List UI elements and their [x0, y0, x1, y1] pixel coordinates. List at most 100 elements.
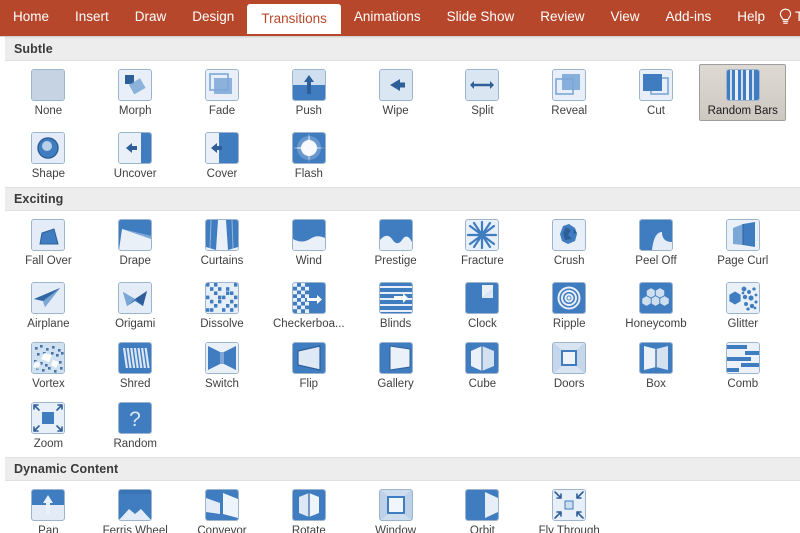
transition-item-dissolve[interactable]: Dissolve [179, 277, 266, 334]
transition-label: Window [375, 525, 417, 533]
transition-item-ripple[interactable]: Ripple [526, 277, 613, 334]
ribbon-tab-add-ins[interactable]: Add-ins [653, 0, 725, 34]
transition-item-peel-off[interactable]: Peel Off [613, 214, 700, 271]
lightbulb-icon[interactable] [778, 0, 793, 34]
transition-item-uncover[interactable]: Uncover [92, 127, 179, 184]
transition-item-ferris-wheel[interactable]: Ferris Wheel [92, 484, 179, 533]
transition-row: Fall Over Drape Curtains Wind Prestige Fractu… [5, 211, 800, 277]
ribbon-tab-slide-show[interactable]: Slide Show [434, 0, 528, 34]
transition-item-conveyor[interactable]: Conveyor [179, 484, 266, 533]
ribbon-tab-draw[interactable]: Draw [122, 0, 180, 34]
page-curl-transition-icon [725, 219, 760, 251]
random-bars-transition-icon [725, 69, 760, 101]
transition-item-pan[interactable]: Pan [5, 484, 92, 533]
transition-item-fall-over[interactable]: Fall Over [5, 214, 92, 271]
ribbon-tab-view[interactable]: View [597, 0, 652, 34]
transition-item-split[interactable]: Split [439, 64, 526, 121]
transition-item-flip[interactable]: Flip [265, 337, 352, 394]
transition-item-rotate[interactable]: Rotate [265, 484, 352, 533]
transition-item-fly-through[interactable]: Fly Through [526, 484, 613, 533]
transition-item-cover[interactable]: Cover [179, 127, 266, 184]
transition-item-curtains[interactable]: Curtains [179, 214, 266, 271]
transition-item-random-bars[interactable]: Random Bars [699, 64, 787, 121]
transition-item-wipe[interactable]: Wipe [352, 64, 439, 121]
comb-transition-icon [725, 342, 760, 374]
powerpoint-transitions-gallery: Home Insert Draw Design Transitions Animation… [0, 0, 800, 533]
ribbon-tab-review[interactable]: Review [527, 0, 597, 34]
transition-label: Airplane [27, 318, 70, 330]
cut-transition-icon [638, 69, 673, 101]
transition-item-vortex[interactable]: Vortex [5, 337, 92, 394]
ribbon-tab-transitions[interactable]: Transitions [247, 4, 341, 34]
transition-label: Dissolve [200, 318, 244, 330]
transition-item-box[interactable]: Box [613, 337, 700, 394]
ribbon-tab-home[interactable]: Home [0, 0, 62, 34]
transition-label: None [34, 105, 63, 117]
transition-row: Zoom? Random [5, 397, 800, 457]
transition-item-clock[interactable]: Clock [439, 277, 526, 334]
section-header-exciting: Exciting [5, 187, 800, 211]
ribbon-tab-animations[interactable]: Animations [341, 0, 434, 34]
transition-item-switch[interactable]: Switch [179, 337, 266, 394]
transition-item-fade[interactable]: Fade [179, 64, 266, 121]
transition-item-honeycomb[interactable]: Honeycomb [613, 277, 700, 334]
transition-item-random[interactable]: ? Random [92, 397, 179, 454]
transition-item-morph[interactable]: Morph [92, 64, 179, 121]
transition-item-none[interactable]: None [5, 64, 92, 121]
wipe-transition-icon [378, 69, 413, 101]
transition-item-page-curl[interactable]: Page Curl [699, 214, 786, 271]
transition-item-cut[interactable]: Cut [613, 64, 700, 121]
transition-label: Flip [299, 378, 319, 390]
transition-label: Gallery [377, 378, 414, 390]
reveal-transition-icon [552, 69, 587, 101]
transition-item-drape[interactable]: Drape [92, 214, 179, 271]
transition-label: Page Curl [717, 255, 769, 267]
box-transition-icon [638, 342, 673, 374]
transition-item-crush[interactable]: Crush [526, 214, 613, 271]
vortex-transition-icon [31, 342, 66, 374]
transition-item-flash[interactable]: Flash [265, 127, 352, 184]
transition-item-glitter[interactable]: Glitter [699, 277, 786, 334]
transition-label: Ripple [552, 318, 586, 330]
peel-off-transition-icon [638, 219, 673, 251]
push-transition-icon [291, 69, 326, 101]
ripple-transition-icon [552, 282, 587, 314]
transition-item-fracture[interactable]: Fracture [439, 214, 526, 271]
airplane-transition-icon [31, 282, 66, 314]
transition-item-gallery[interactable]: Gallery [352, 337, 439, 394]
transition-item-doors[interactable]: Doors [526, 337, 613, 394]
transition-label: Peel Off [635, 255, 677, 267]
transition-item-shape[interactable]: Shape [5, 127, 92, 184]
transition-label: Drape [119, 255, 151, 267]
transition-label: Uncover [113, 168, 157, 180]
transition-label: Split [471, 105, 494, 117]
transition-item-window[interactable]: Window [352, 484, 439, 533]
transition-item-zoom[interactable]: Zoom [5, 397, 92, 454]
transition-item-comb[interactable]: Comb [699, 337, 786, 394]
transition-item-orbit[interactable]: Orbit [439, 484, 526, 533]
origami-transition-icon [118, 282, 153, 314]
transition-item-reveal[interactable]: Reveal [526, 64, 613, 121]
transition-item-prestige[interactable]: Prestige [352, 214, 439, 271]
transition-item-push[interactable]: Push [265, 64, 352, 121]
fall-over-transition-icon [31, 219, 66, 251]
transition-item-checkerboa[interactable]: Checkerboa... [265, 277, 352, 334]
checkerboard-transition-icon [291, 282, 326, 314]
tell-me-search[interactable]: Te [793, 0, 800, 34]
transition-item-airplane[interactable]: Airplane [5, 277, 92, 334]
ribbon-tab-help[interactable]: Help [724, 0, 778, 34]
transition-item-shred[interactable]: Shred [92, 337, 179, 394]
ribbon-tab-insert[interactable]: Insert [62, 0, 122, 34]
rotate-transition-icon [291, 489, 326, 521]
transition-label: Ferris Wheel [102, 525, 168, 533]
curtains-transition-icon [204, 219, 239, 251]
transition-item-blinds[interactable]: Blinds [352, 277, 439, 334]
transition-item-cube[interactable]: Cube [439, 337, 526, 394]
ribbon-tab-design[interactable]: Design [179, 0, 247, 34]
ribbon-tab-bar: Home Insert Draw Design Transitions Animation… [0, 0, 800, 34]
fly-through-transition-icon [552, 489, 587, 521]
section-header-subtle: Subtle [5, 37, 800, 61]
transition-item-origami[interactable]: Origami [92, 277, 179, 334]
transition-label: Cut [647, 105, 665, 117]
transition-item-wind[interactable]: Wind [265, 214, 352, 271]
